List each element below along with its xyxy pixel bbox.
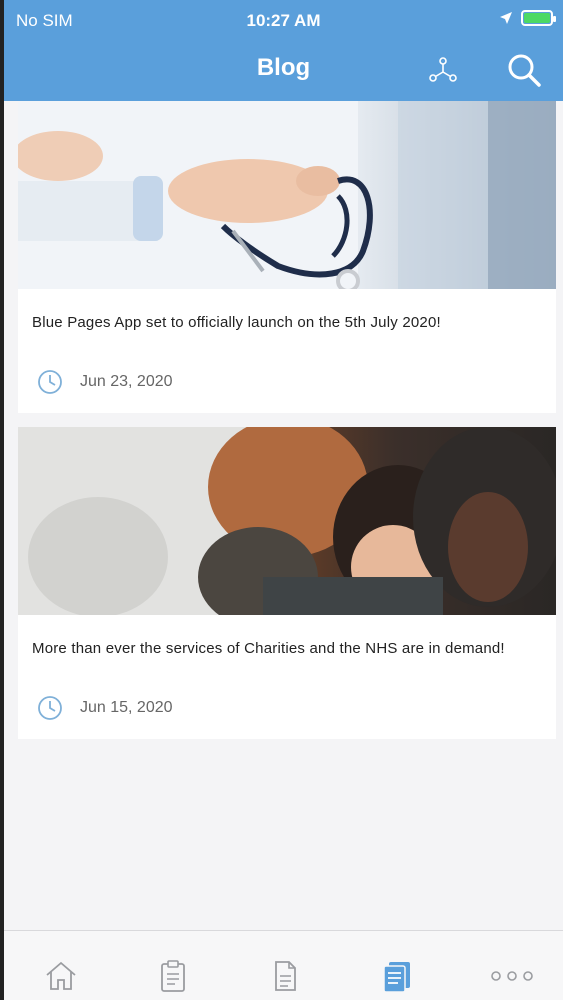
search-icon[interactable] [506,52,542,88]
photo-illustration [18,427,556,615]
post-date: Jun 15, 2020 [80,699,173,716]
post-title[interactable]: Blue Pages App set to officially launch … [18,289,556,351]
blog-icon[interactable] [380,959,414,993]
more-icon[interactable] [488,959,536,993]
status-bar: No SIM 10:27 AM [4,0,563,40]
post-date: Jun 23, 2020 [80,373,173,390]
battery-icon [521,10,556,26]
mother-child-hug-photo[interactable] [18,427,556,615]
photo-illustration [18,101,556,289]
battery-fill [524,13,550,23]
location-icon [500,12,512,24]
doctor-stethoscope-photo[interactable] [18,101,556,289]
document-icon[interactable] [268,959,302,993]
home-icon[interactable] [44,959,78,993]
post-date-row: Jun 15, 2020 [18,677,556,739]
share-icon[interactable] [426,52,460,86]
clipboard-icon[interactable] [156,959,190,993]
clock-icon [38,696,62,720]
page-title: Blog [256,54,311,81]
top-bar: No SIM 10:27 AM Blog [4,0,563,101]
clock-icon [38,370,62,394]
blog-post-card[interactable]: Blue Pages App set to officially launch … [18,101,556,413]
blog-post-card[interactable]: More than ever the services of Charities… [18,427,556,739]
blog-list: Blue Pages App set to officially launch … [18,101,556,753]
tab-bar [4,930,563,1000]
clock-time: 10:27 AM [246,11,321,30]
status-right [499,10,556,26]
post-title[interactable]: More than ever the services of Charities… [18,615,556,677]
post-date-row: Jun 23, 2020 [18,351,556,413]
